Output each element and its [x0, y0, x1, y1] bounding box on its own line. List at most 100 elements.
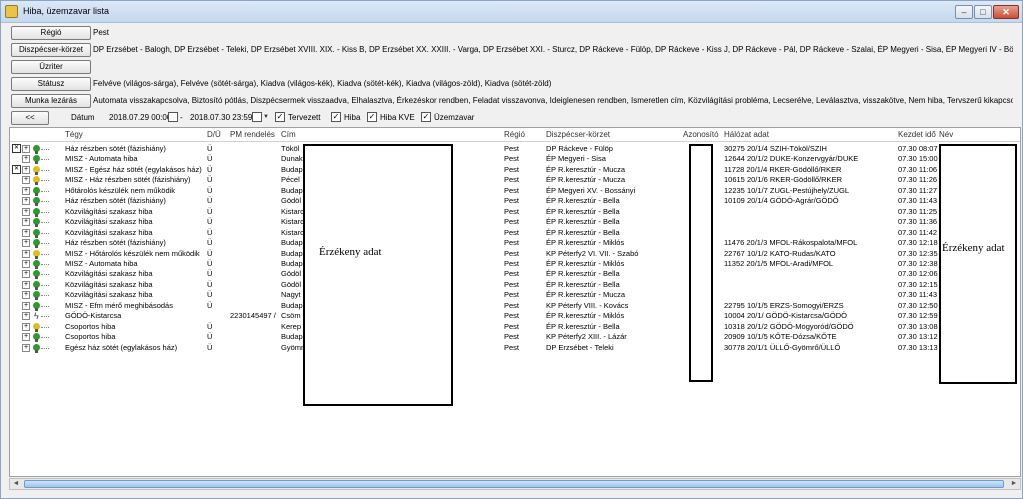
table-row[interactable]: + Közvilágítási szakasz hiba Ü Nagyt Pest ÉP …: [10, 290, 1020, 301]
table-row[interactable]: + Ház részben sötét (fázishiány) Ü Gödöl Pes…: [10, 196, 1020, 207]
expand-row-icon[interactable]: +: [22, 228, 30, 237]
date-to-field[interactable]: 2018.07.30 23:59: [190, 113, 252, 122]
hiba-checkbox[interactable]: ✓: [331, 112, 341, 122]
expand-row-icon[interactable]: +: [22, 249, 30, 258]
close-button[interactable]: ✕: [993, 5, 1019, 19]
cell-kezdet: 07.30 12:59: [898, 311, 938, 321]
redaction-box-address: [303, 144, 453, 406]
column-header-azonosito[interactable]: Azonosító: [683, 130, 719, 139]
cell-halozat: 22795 10/1/5 ERZS-Somogyi/ERZS: [724, 300, 844, 310]
column-header-kezdet[interactable]: Kezdet idő: [898, 130, 936, 139]
table-row[interactable]: ✕ + Ház részben sötét (fázishiány) Ü Tököl Pe…: [10, 144, 1020, 155]
tree-connector: [41, 232, 49, 234]
date-from-checkbox[interactable]: [168, 112, 178, 122]
column-header-du[interactable]: D/Ü: [207, 130, 221, 139]
table-row[interactable]: + MISZ - Ház részben sötét (fázishiány) Ü P…: [10, 175, 1020, 186]
munka-lezaras-filter-button[interactable]: Munka lezárás: [11, 94, 91, 108]
cell-kezdet: 07.30 11:25: [898, 206, 938, 216]
uzemzavar-checkbox[interactable]: ✓: [421, 112, 431, 122]
table-row[interactable]: + Közvilágítási szakasz hiba Ü Gödöl Pest ÉP …: [10, 269, 1020, 280]
table-row[interactable]: + MISZ - Efm mérő meghibásodás Ü Budap Pest K…: [10, 300, 1020, 312]
table-row[interactable]: + Ház részben sötét (fázishiány) Ü Budap Pes…: [10, 238, 1020, 249]
statusz-filter-button[interactable]: Státusz: [11, 77, 91, 91]
expand-row-icon[interactable]: +: [22, 280, 30, 289]
cell-tipus: Közvilágítási szakasz hiba: [65, 269, 153, 279]
horizontal-scrollbar[interactable]: ◄ ►: [9, 478, 1021, 490]
table-row[interactable]: + Közvilágítási szakasz hiba Ü Gödöl Pest ÉP …: [10, 280, 1020, 291]
table-row[interactable]: + MISZ - Automata hiba Ü Budap Pest ÉP R.kere…: [10, 258, 1020, 270]
expand-row-icon[interactable]: +: [22, 186, 30, 195]
expand-row-icon[interactable]: +: [22, 259, 30, 268]
regio-filter-button[interactable]: Régió: [11, 26, 91, 40]
cell-halozat: 22767 10/1/2 KATO-Rudas/KATO: [724, 248, 836, 258]
expand-row-icon[interactable]: +: [22, 301, 30, 310]
expand-row-icon[interactable]: +: [22, 218, 30, 227]
expand-row-icon[interactable]: +: [22, 312, 30, 321]
cell-cim: Budap: [281, 238, 303, 248]
table-row[interactable]: ✕ + MISZ - Egész ház sötét (egylakásos ház…: [10, 164, 1020, 176]
tree-connector: [41, 222, 49, 224]
expand-row-icon[interactable]: +: [22, 333, 30, 342]
expand-row-icon[interactable]: +: [22, 197, 30, 206]
back-button[interactable]: <<: [11, 111, 49, 125]
scroll-left-icon[interactable]: ◄: [10, 479, 22, 489]
expand-row-icon[interactable]: +: [22, 270, 30, 279]
cell-halozat: 10318 20/1/2 GÖDÖ-Mogyoród/GÖDÖ: [724, 321, 854, 331]
expand-row-icon[interactable]: +: [22, 343, 30, 352]
expand-row-icon[interactable]: +: [22, 207, 30, 216]
table-row[interactable]: + ϟ GÖDÖ-Kistarcsa 2230145497 / Csöm Pest ÉP R…: [10, 311, 1020, 322]
expand-row-icon[interactable]: +: [22, 165, 30, 174]
diszpecser-filter-value: DP Erzsébet - Balogh, DP Erzsébet - Tele…: [93, 45, 1013, 54]
cell-du: Ü: [207, 321, 213, 331]
table-row[interactable]: + Közvilágítási szakasz hiba Ü Kistarc Pest É…: [10, 217, 1020, 228]
table-row[interactable]: + Közvilágítási szakasz hiba Ü Kistarc Pest É…: [10, 206, 1020, 218]
table-row[interactable]: + MISZ - Hőtárolós készülék nem működik Ü B…: [10, 248, 1020, 260]
column-header-nev[interactable]: Név: [939, 130, 953, 139]
column-header-pm[interactable]: PM rendelés: [230, 130, 275, 139]
column-header-regio[interactable]: Régió: [504, 130, 525, 139]
tervezett-checkbox[interactable]: ✓: [275, 112, 285, 122]
column-header-tipus[interactable]: Tégy: [65, 130, 83, 139]
cell-tipus: MISZ - Egész ház sötét (egylakásos ház): [65, 164, 202, 174]
table-row[interactable]: + Közvilágítási szakasz hiba Ü Kistarc Pest É…: [10, 227, 1020, 239]
cell-disz: DP Ráckeve - Fülöp: [546, 144, 613, 153]
cell-disz: ÉP R.keresztúr - Mucza: [546, 290, 626, 300]
cell-cim: Budap: [281, 248, 303, 258]
date-from-field[interactable]: 2018.07.29 00:00: [109, 113, 171, 122]
uzritel-filter-button[interactable]: Üzriter: [11, 60, 91, 74]
fault-list-grid[interactable]: Tégy D/Ü PM rendelés Cím Régió Diszpécse…: [9, 127, 1021, 477]
table-row[interactable]: + Csoportos hiba Ü Kerep Pest ÉP R.keresztúr …: [10, 321, 1020, 333]
column-header-cim[interactable]: Cím: [281, 130, 296, 139]
minimize-button[interactable]: –: [955, 5, 973, 19]
table-row[interactable]: + Egész ház sötét (egylakásos ház) Ü Gyömr P…: [10, 342, 1020, 354]
cell-disz: ÉP R.keresztúr - Bella: [546, 227, 620, 237]
table-row[interactable]: + Csoportos hiba Ü Budap Pest KP Péterfy2 XII…: [10, 332, 1020, 343]
column-header-halozat[interactable]: Hálózat adat: [724, 130, 769, 139]
table-row[interactable]: + Hőtárolós készülék nem működik Ü Budap Pes…: [10, 185, 1020, 197]
cell-regio: Pest: [504, 300, 520, 310]
cell-kezdet: 07.30 12:38: [898, 258, 938, 268]
expand-row-icon[interactable]: +: [22, 239, 30, 248]
maximize-button[interactable]: □: [974, 5, 992, 19]
cell-regio: Pest: [504, 342, 520, 352]
date-to-checkbox[interactable]: [252, 112, 262, 122]
column-header-diszpecser[interactable]: Diszpécser-körzet: [546, 130, 610, 139]
cell-tipus: Csoportos hiba: [65, 332, 116, 342]
scroll-right-icon[interactable]: ►: [1008, 479, 1020, 489]
expand-row-icon[interactable]: +: [22, 155, 30, 164]
diszpecser-filter-button[interactable]: Diszpécser-körzet: [11, 43, 91, 57]
expand-row-icon[interactable]: +: [22, 145, 30, 153]
expand-row-icon[interactable]: +: [22, 176, 30, 185]
expand-row-icon[interactable]: +: [22, 322, 30, 331]
hiba-kve-checkbox[interactable]: ✓: [367, 112, 377, 122]
locked-status-icon: ✕: [12, 164, 21, 174]
cell-cim: Kistarc: [281, 217, 303, 227]
cell-kezdet: 07.30 12:50: [898, 300, 938, 310]
expand-row-icon[interactable]: +: [22, 291, 30, 300]
cell-cim: Budap: [281, 185, 303, 195]
date-to-dropdown-icon[interactable]: ▼: [263, 112, 271, 122]
cell-halozat: 11476 20/1/3 MFOL-Rákospalota/MFOL: [724, 238, 858, 248]
cell-cim: Gyömr: [281, 342, 303, 352]
table-row[interactable]: + MISZ - Automata hiba Ü Dunak Pest ÉP Megyer…: [10, 154, 1020, 165]
scrollbar-thumb[interactable]: [24, 480, 1004, 488]
